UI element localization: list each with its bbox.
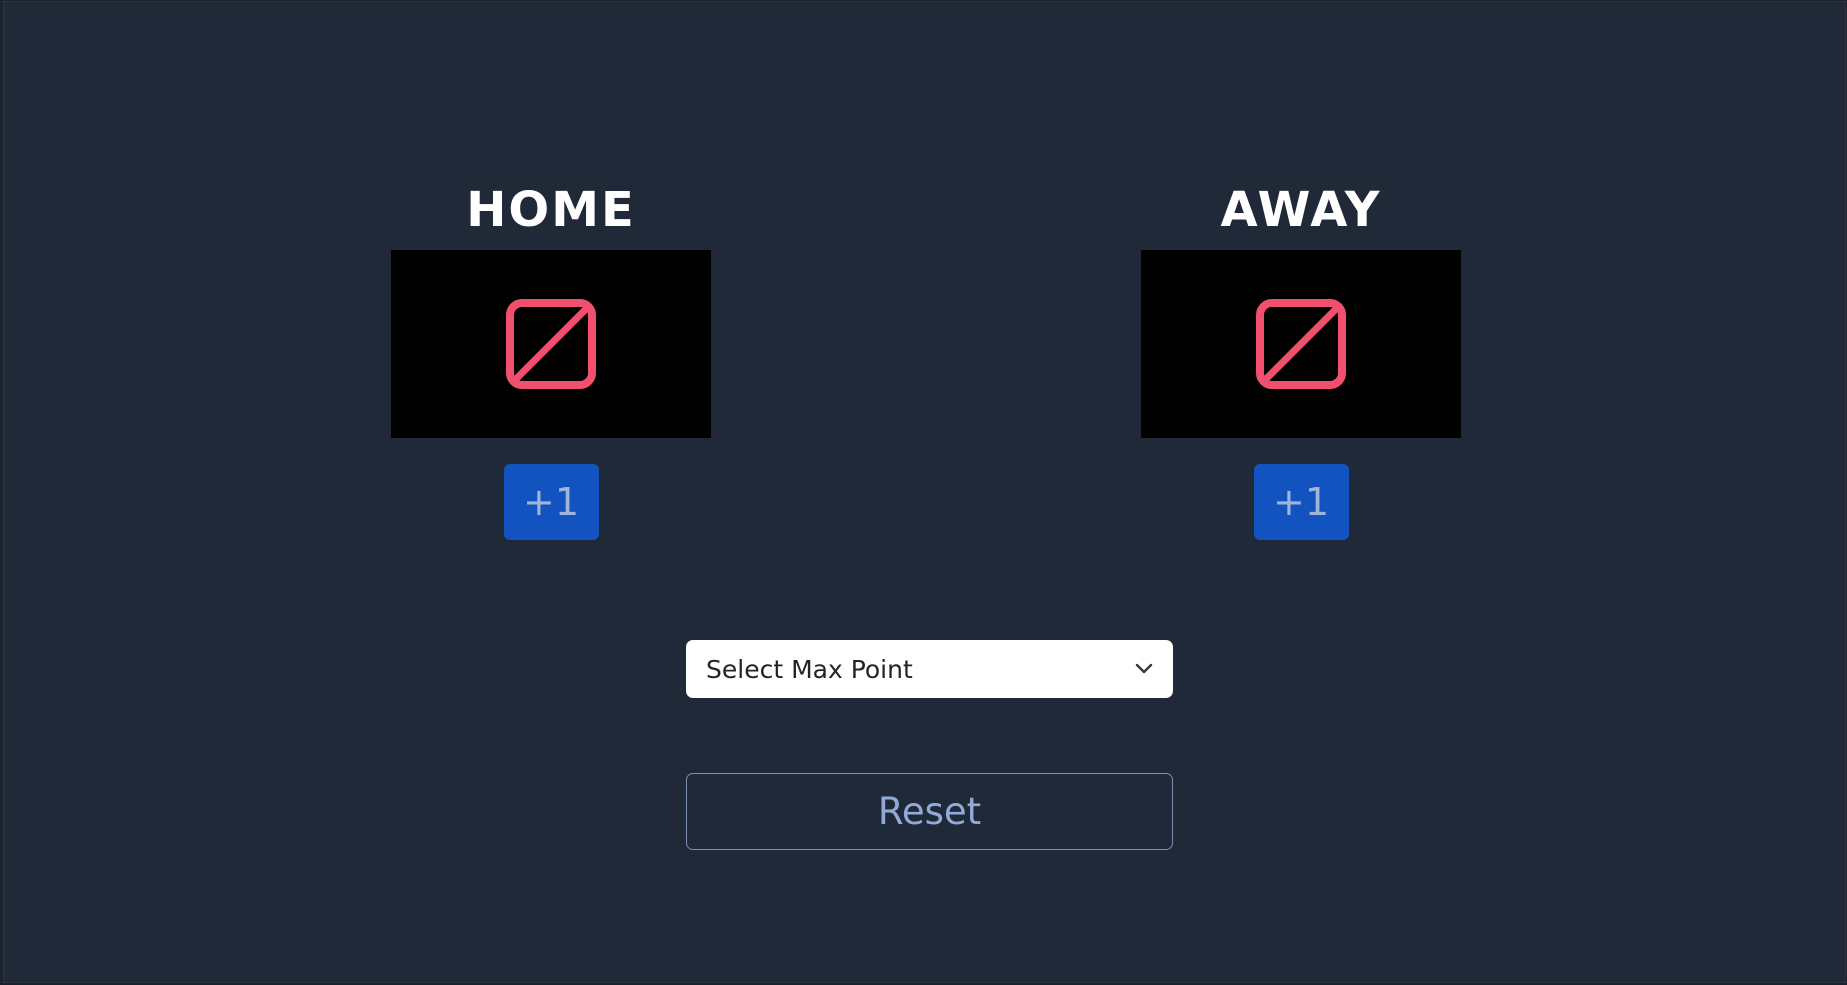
home-score-display — [391, 250, 711, 438]
away-team-panel: AWAY +1 — [1141, 182, 1461, 540]
away-score-display — [1141, 250, 1461, 438]
scoreboard-app: HOME +1 AWAY +1 Select Max Point Reset — [3, 1, 1846, 983]
away-title: AWAY — [1220, 182, 1382, 238]
reset-button[interactable]: Reset — [686, 773, 1173, 850]
broken-image-icon — [506, 299, 596, 389]
broken-image-icon — [1256, 299, 1346, 389]
chevron-down-icon — [1135, 663, 1153, 674]
away-add-point-button[interactable]: +1 — [1253, 464, 1349, 540]
max-point-select[interactable]: Select Max Point — [686, 640, 1173, 698]
home-add-point-button[interactable]: +1 — [503, 464, 599, 540]
home-team-panel: HOME +1 — [391, 182, 711, 540]
max-point-select-value: Select Max Point — [706, 654, 913, 684]
home-title: HOME — [466, 182, 636, 238]
